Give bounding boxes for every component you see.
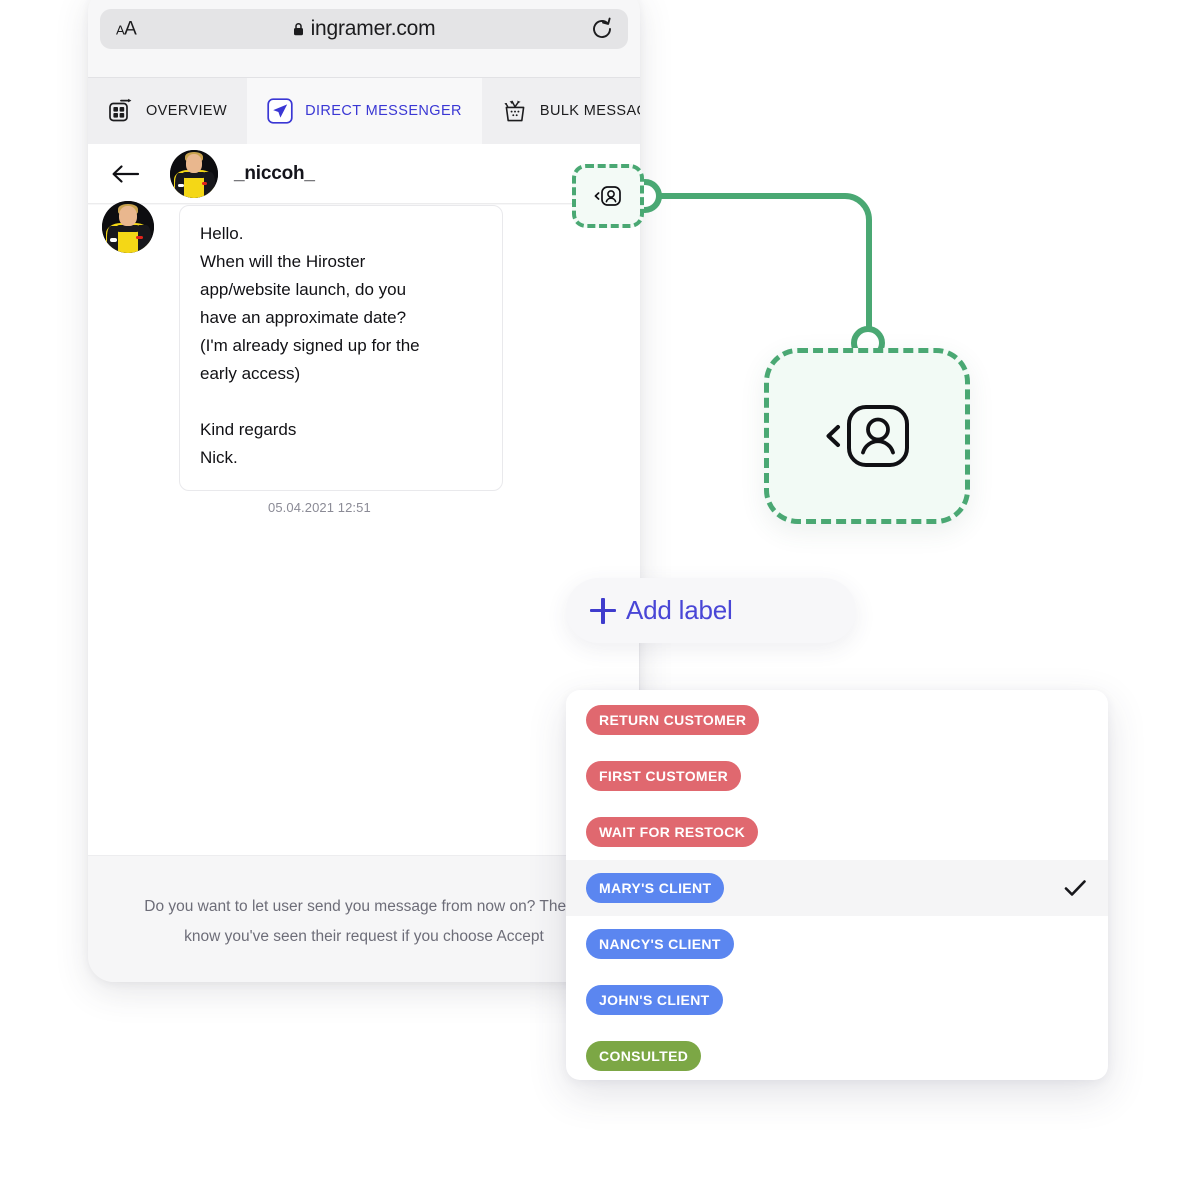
avatar-artwork	[170, 149, 218, 198]
check-icon	[1062, 875, 1088, 901]
message-bubble: Hello. When will the Hiroster app/websit…	[179, 205, 503, 491]
address-bar-content: ingramer.com	[100, 17, 628, 41]
message-list: Hello. When will the Hiroster app/websit…	[88, 201, 640, 855]
app-tab-bar: OVERVIEW DIRECT MESSENGER BULK MESSA	[88, 78, 640, 144]
tab-overview-label: OVERVIEW	[146, 103, 228, 119]
accept-text-line-2: know you've seen their request if you ch…	[184, 928, 544, 945]
add-label-text: Add label	[626, 595, 733, 625]
label-chip: NANCY'S CLIENT	[586, 929, 734, 959]
message-line-8: Nick.	[200, 448, 238, 467]
label-option-return-customer[interactable]: RETURN CUSTOMER	[566, 692, 1108, 748]
conversation-username: _niccoh_	[234, 162, 315, 184]
label-chip: FIRST CUSTOMER	[586, 761, 742, 791]
label-chip: CONSULTED	[586, 1041, 702, 1071]
labels-dropdown: RETURN CUSTOMER FIRST CUSTOMER WAIT FOR …	[566, 690, 1108, 1080]
message-row: Hello. When will the Hiroster app/websit…	[88, 201, 503, 491]
label-chip: WAIT FOR RESTOCK	[586, 817, 759, 847]
back-arrow-icon[interactable]	[110, 162, 140, 186]
tab-direct-messenger[interactable]: DIRECT MESSENGER	[247, 78, 482, 144]
conversation-header: _niccoh_	[88, 144, 640, 204]
message-avatar-artwork	[102, 201, 154, 253]
add-label-button[interactable]: Add label	[566, 578, 856, 643]
label-option-nancys-client[interactable]: NANCY'S CLIENT	[566, 916, 1108, 972]
message-line-1: Hello.	[200, 224, 244, 243]
message-line-7: Kind regards	[200, 420, 297, 439]
label-chip: MARY'S CLIENT	[586, 873, 725, 903]
assign-user-icon	[593, 183, 623, 209]
accept-request-text: Do you want to let user send you message…	[114, 892, 614, 952]
label-chip: JOHN'S CLIENT	[586, 985, 723, 1015]
label-option-johns-client[interactable]: JOHN'S CLIENT	[566, 972, 1108, 1028]
message-line-2: When will the Hiroster	[200, 252, 366, 271]
browser-toolbar: AA ingramer.com	[88, 0, 640, 78]
label-option-marys-client[interactable]: MARY'S CLIENT	[566, 860, 1108, 916]
screenshot-root: AA ingramer.com OVERVIEW DIRECT MESSENGE…	[0, 0, 1200, 1185]
label-option-wait-for-restock[interactable]: WAIT FOR RESTOCK	[566, 804, 1108, 860]
flow-mini-node[interactable]	[572, 164, 644, 228]
url-text: ingramer.com	[310, 17, 436, 40]
label-chip: RETURN CUSTOMER	[586, 705, 760, 735]
flow-big-node[interactable]	[764, 348, 970, 524]
phone-browser-frame: AA ingramer.com OVERVIEW DIRECT MESSENGE…	[88, 0, 640, 982]
assign-user-icon	[819, 396, 915, 476]
message-line-4: have an approximate date?	[200, 308, 407, 327]
tab-bulk-messaging[interactable]: BULK MESSAGING	[481, 78, 640, 144]
avatar	[170, 149, 218, 198]
message-line-5: (I'm already signed up for the	[200, 336, 420, 355]
reload-icon[interactable]	[590, 17, 614, 41]
basket-arrows-icon	[502, 98, 528, 124]
address-bar[interactable]: AA ingramer.com	[100, 9, 628, 49]
plus-icon	[590, 597, 616, 624]
accept-text-line-1: Do you want to let user send you message…	[144, 898, 584, 915]
label-option-first-customer[interactable]: FIRST CUSTOMER	[566, 748, 1108, 804]
tab-bulk-messaging-label: BULK MESSAGING	[539, 103, 640, 119]
tab-direct-messenger-label: DIRECT MESSENGER	[305, 103, 462, 119]
tab-overview[interactable]: OVERVIEW	[88, 78, 248, 144]
accept-request-footer: Do you want to let user send you message…	[88, 855, 640, 982]
message-timestamp: 05.04.2021 12:51	[268, 500, 371, 515]
label-option-consulted[interactable]: CONSULTED	[566, 1028, 1108, 1080]
message-avatar	[102, 201, 154, 253]
message-line-3: app/website launch, do you	[200, 280, 407, 299]
message-line-6: early access)	[200, 364, 301, 383]
grid-play-icon	[108, 98, 134, 124]
paper-plane-icon	[267, 98, 293, 124]
lock-icon	[293, 22, 304, 36]
